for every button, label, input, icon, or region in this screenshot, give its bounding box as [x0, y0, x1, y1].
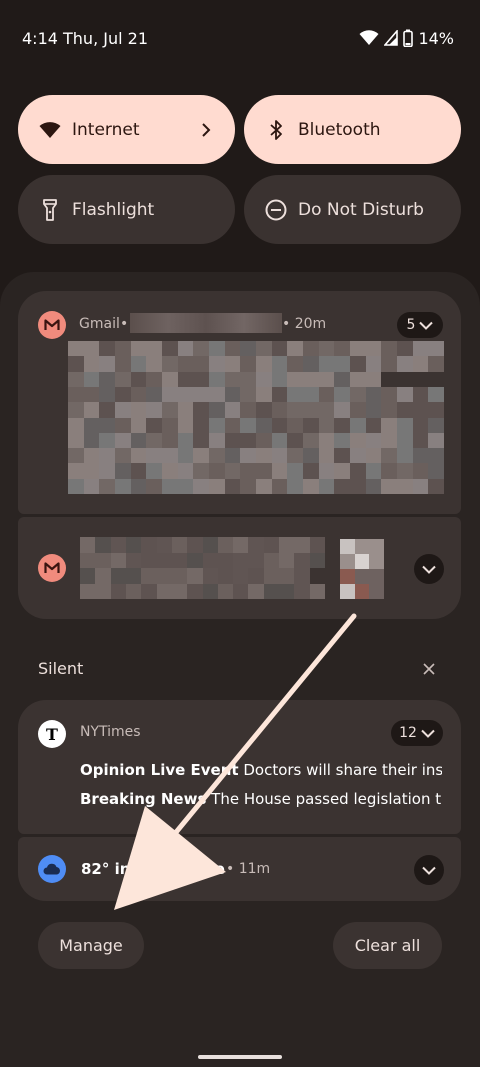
home-gesture-bar[interactable] [198, 1055, 282, 1059]
weather-notification[interactable]: 82° in de • 11m [18, 837, 461, 901]
bluetooth-icon [264, 118, 288, 142]
gmail-time: • 20m [282, 316, 327, 332]
redacted-thumbnail [340, 539, 384, 599]
chevron-down-icon [422, 866, 436, 875]
wifi-status-icon [359, 30, 379, 45]
weather-time: • 11m [226, 861, 271, 877]
clear-silent-button[interactable] [416, 657, 442, 681]
nytimes-notification[interactable]: T NYTimes 12 Opinion Live Event Doctors … [18, 700, 461, 834]
weather-icon [38, 855, 66, 883]
status-icons: 14% [359, 29, 454, 48]
gmail-count: 5 [406, 317, 416, 333]
weather-expand-button[interactable] [414, 855, 444, 885]
do-not-disturb-icon [264, 198, 288, 222]
status-bar: 4:14 Thu, Jul 21 14% [0, 0, 480, 76]
tile-internet[interactable]: Internet [18, 95, 235, 164]
redacted-email-content [68, 341, 444, 494]
manage-button[interactable]: Manage [38, 922, 144, 969]
nytimes-icon: T [38, 720, 66, 748]
close-icon [423, 663, 435, 675]
nytimes-line-2: Breaking News The House passed legislati… [80, 790, 442, 808]
nytimes-app-name: NYTimes [80, 724, 141, 740]
tile-flashlight[interactable]: Flashlight [18, 175, 235, 244]
nytimes-count-expand-button[interactable]: 12 [391, 720, 443, 746]
nytimes-count: 12 [399, 725, 417, 741]
nytimes-line-1: Opinion Live Event Doctors will share th… [80, 761, 442, 779]
flashlight-icon [38, 198, 62, 222]
chevron-right-icon [197, 121, 215, 139]
gmail2-expand-button[interactable] [414, 554, 444, 584]
chevron-down-icon [419, 321, 434, 330]
tile-flashlight-label: Flashlight [72, 199, 155, 220]
gmail-count-expand-button[interactable]: 5 [397, 312, 443, 338]
status-time-date: 4:14 Thu, Jul 21 [22, 28, 148, 48]
chevron-down-icon [421, 729, 435, 738]
gmail-notification-1[interactable]: Gmail • • 20m 5 [18, 291, 461, 514]
wifi-icon [38, 118, 62, 142]
quick-settings: Internet Bluetooth Flashlight Do Not Dis… [18, 95, 461, 244]
gmail-notification-2[interactable] [18, 517, 461, 619]
gmail-icon [38, 554, 66, 582]
weather-temperature: 82° in [81, 860, 131, 878]
cloud-icon [43, 863, 60, 875]
chevron-down-icon [422, 565, 436, 574]
tile-dnd-label: Do Not Disturb [298, 199, 424, 220]
gmail-separator: • [120, 316, 129, 332]
redacted-sender [130, 313, 282, 333]
redacted-email-preview [80, 537, 325, 599]
battery-icon [403, 29, 414, 47]
tile-bluetooth[interactable]: Bluetooth [244, 95, 461, 164]
silent-section-title: Silent [38, 659, 84, 678]
weather-location-suffix: de [204, 860, 225, 878]
tile-bluetooth-label: Bluetooth [298, 119, 381, 140]
tile-internet-label: Internet [72, 119, 140, 140]
cell-signal-icon [384, 30, 399, 46]
clear-all-button[interactable]: Clear all [333, 922, 442, 969]
tile-do-not-disturb[interactable]: Do Not Disturb [244, 175, 461, 244]
battery-percent: 14% [418, 28, 454, 48]
gmail-icon [38, 311, 66, 339]
gmail-app-name: Gmail [79, 316, 120, 332]
